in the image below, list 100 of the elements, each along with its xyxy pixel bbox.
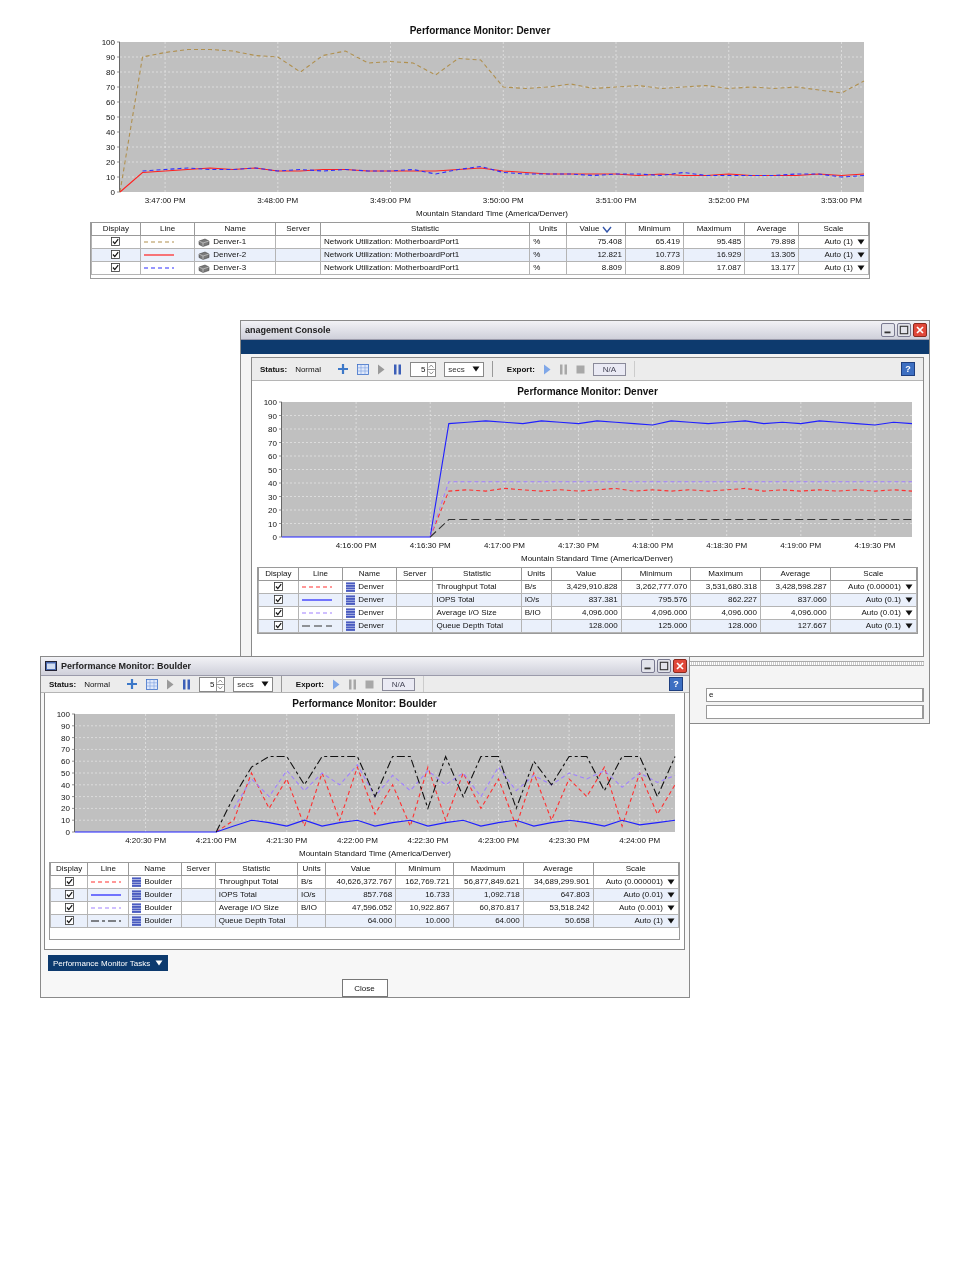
axis-tick-label: 0 xyxy=(272,533,277,542)
checkbox[interactable] xyxy=(64,903,74,913)
axis-tick-label: 30 xyxy=(61,792,70,802)
close-icon[interactable] xyxy=(913,323,927,337)
caret-icon[interactable] xyxy=(260,681,269,687)
axis-tick-label: 3:47:00 PM xyxy=(144,196,186,205)
minimize-icon[interactable] xyxy=(641,659,655,673)
table-cell: 162,769.721 xyxy=(395,875,454,889)
table-cell: 8.809 xyxy=(625,261,684,275)
caret-icon[interactable] xyxy=(155,960,164,966)
table-cell: 3,262,777.070 xyxy=(621,580,691,594)
axis-tick-label: 4:18:30 PM xyxy=(706,541,748,550)
table-cell: Boulder xyxy=(144,876,173,888)
table-cell: 47,596.052 xyxy=(325,901,396,915)
maximize-icon[interactable] xyxy=(897,323,911,337)
table-cell: Network Utilization: MotherboardPort1 xyxy=(320,261,530,275)
pause-icon[interactable] xyxy=(181,678,191,690)
axis-tick-label: 0 xyxy=(65,828,70,837)
line-sample-icon xyxy=(91,918,122,923)
tasks-button[interactable]: Performance Monitor Tasks xyxy=(48,955,169,971)
help-button[interactable]: ? xyxy=(901,362,915,376)
table-cell: Denver xyxy=(358,607,384,619)
export-target-field[interactable]: N/A xyxy=(592,362,627,376)
table-cell: 17.087 xyxy=(683,261,745,275)
close-button[interactable]: Close xyxy=(341,979,388,997)
axis-tick-label: 40 xyxy=(106,128,115,137)
table-cell: Denver xyxy=(358,620,384,632)
unit-dropdown[interactable]: secs xyxy=(444,361,484,377)
line-sample-icon xyxy=(301,597,332,602)
axis-tick-label: 70 xyxy=(106,83,115,92)
maximize-icon[interactable] xyxy=(657,659,671,673)
table-cell: 40,626,372.767 xyxy=(325,875,396,889)
checkbox[interactable] xyxy=(273,582,283,592)
checkbox[interactable] xyxy=(64,890,74,900)
export-target-field[interactable]: N/A xyxy=(381,677,416,691)
axis-tick-label: 3:52:00 PM xyxy=(708,196,750,205)
pause-icon[interactable] xyxy=(392,363,402,375)
axis-tick-label: 4:16:00 PM xyxy=(335,541,377,550)
checkbox[interactable] xyxy=(111,250,121,260)
spinner-arrows-icon[interactable] xyxy=(427,362,436,376)
chart-title: Performance Monitor: Denver xyxy=(516,385,659,399)
status-value: Normal xyxy=(295,364,321,374)
checkbox[interactable] xyxy=(111,263,121,273)
sort-icon[interactable] xyxy=(602,225,613,233)
checkbox[interactable] xyxy=(273,608,283,618)
add-icon[interactable] xyxy=(336,363,349,375)
table-icon[interactable] xyxy=(356,363,369,375)
interval-spinner[interactable]: 5 xyxy=(198,676,226,692)
axis-tick-label: 4:23:00 PM xyxy=(478,836,519,845)
axis-tick-label: 50 xyxy=(61,769,70,778)
line-sample-icon xyxy=(143,239,174,244)
add-icon[interactable] xyxy=(125,678,138,690)
input-field[interactable] xyxy=(706,705,924,719)
caret-icon[interactable] xyxy=(471,366,480,372)
input-field[interactable]: e xyxy=(706,688,924,702)
line-sample-icon xyxy=(301,623,332,628)
table-cell: Average I/O Size xyxy=(215,901,298,915)
storage-icon xyxy=(132,915,142,927)
checkbox[interactable] xyxy=(64,916,74,926)
table-cell: B/s xyxy=(521,580,552,594)
column-header[interactable]: Statistic xyxy=(411,223,440,235)
close-icon[interactable] xyxy=(673,659,687,673)
table-cell: Network Utilization: MotherboardPort1 xyxy=(320,235,530,249)
table-icon[interactable] xyxy=(145,678,158,690)
chart-title: Performance Monitor: Boulder xyxy=(291,697,438,711)
line-sample-icon xyxy=(301,610,332,615)
checkbox[interactable] xyxy=(64,877,74,887)
spinner-arrows-icon[interactable] xyxy=(216,677,225,691)
axis-tick-label: 80 xyxy=(106,68,115,77)
checkbox[interactable] xyxy=(273,621,283,631)
axis-tick-label: 50 xyxy=(106,113,115,122)
axis-tick-label: 90 xyxy=(61,721,70,731)
storage-icon xyxy=(346,607,356,619)
storage-icon xyxy=(132,889,142,901)
help-button[interactable]: ? xyxy=(669,677,683,691)
checkbox[interactable] xyxy=(111,237,121,247)
storage-icon xyxy=(346,620,356,632)
axis-tick-label: 80 xyxy=(61,733,70,743)
axis-tick-label: 3:48:00 PM xyxy=(257,196,299,205)
axis-tick-label: 60 xyxy=(61,757,70,767)
table-cell: 34,689,299.901 xyxy=(523,875,594,889)
axis-tick-label: 4:23:30 PM xyxy=(548,836,590,845)
axis-tick-label: 40 xyxy=(268,479,277,488)
checkbox[interactable] xyxy=(273,595,283,605)
axis-tick-label: 20 xyxy=(268,506,277,515)
axis-tick-label: 100 xyxy=(56,711,70,719)
minimize-icon[interactable] xyxy=(881,323,895,337)
table-cell: Denver xyxy=(358,581,384,593)
axis-tick-label: 60 xyxy=(106,98,115,107)
server-icon xyxy=(198,237,211,247)
axis-tick-label: 10 xyxy=(61,816,70,826)
server-icon xyxy=(198,263,211,273)
unit-dropdown[interactable]: secs xyxy=(233,676,273,692)
interval-spinner[interactable]: 5 xyxy=(409,361,437,377)
table-cell: 4,096.000 xyxy=(690,606,761,620)
table-cell: 13.177 xyxy=(744,261,799,275)
table-cell: Throughput Total xyxy=(432,580,522,594)
axis-tick-label: 4:19:00 PM xyxy=(780,541,822,550)
axis-title: Mountain Standard Time (America/Denver) xyxy=(298,849,452,858)
axis-tick-label: 4:22:30 PM xyxy=(407,836,449,845)
